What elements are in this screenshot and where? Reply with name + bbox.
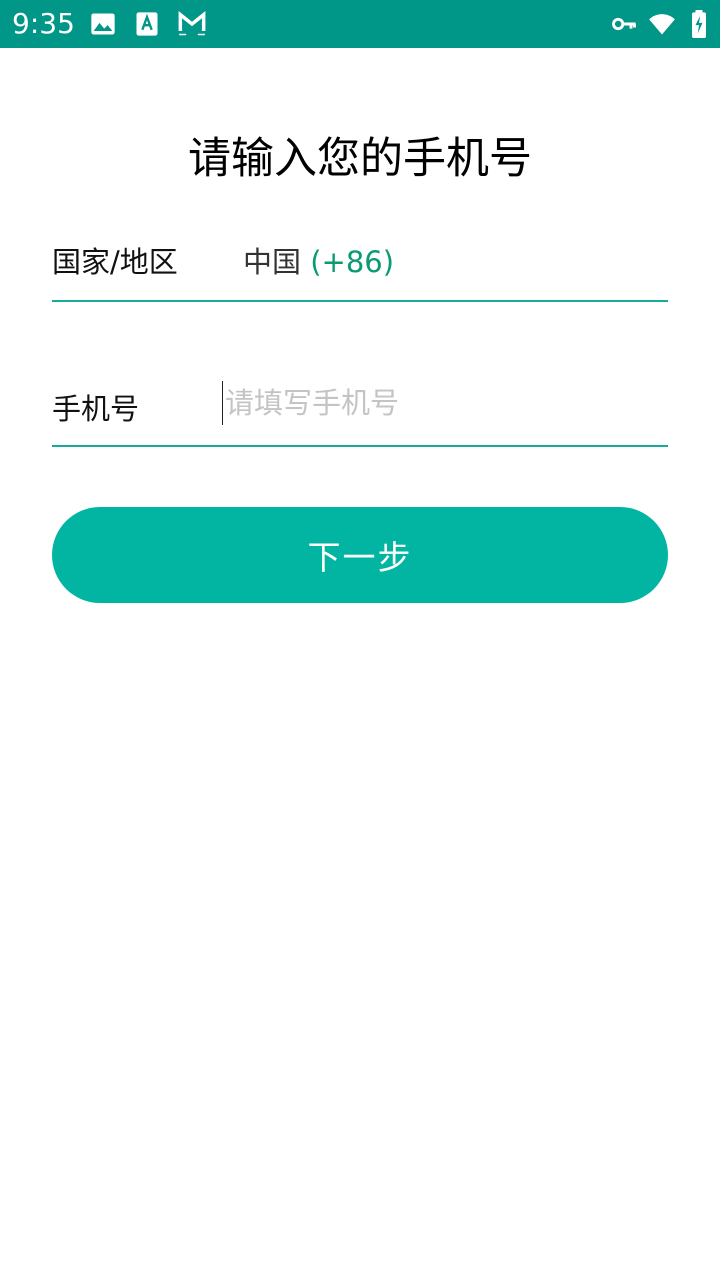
- next-step-button[interactable]: 下一步: [52, 507, 668, 603]
- wifi-icon: [646, 10, 678, 38]
- page-title: 请输入您的手机号: [188, 134, 532, 184]
- status-time: 9:35: [12, 7, 75, 40]
- country-value[interactable]: 中国 (+86): [243, 239, 394, 281]
- vpn-key-icon: [610, 10, 638, 38]
- status-bar: 9:35: [0, 0, 720, 48]
- country-code: (+86): [310, 245, 395, 279]
- country-name: 中国: [243, 245, 302, 279]
- country-label: 国家/地区: [52, 245, 178, 279]
- phone-number-row: 手机号: [52, 365, 668, 447]
- battery-charging-icon: [688, 10, 710, 38]
- phone-label: 手机号: [52, 392, 140, 426]
- image-icon: [89, 10, 117, 38]
- cat-mail-icon: [177, 10, 207, 38]
- country-selector-row[interactable]: 国家/地区 中国 (+86): [52, 220, 668, 302]
- phone-number-input[interactable]: [222, 381, 665, 425]
- font-app-icon: [133, 10, 161, 38]
